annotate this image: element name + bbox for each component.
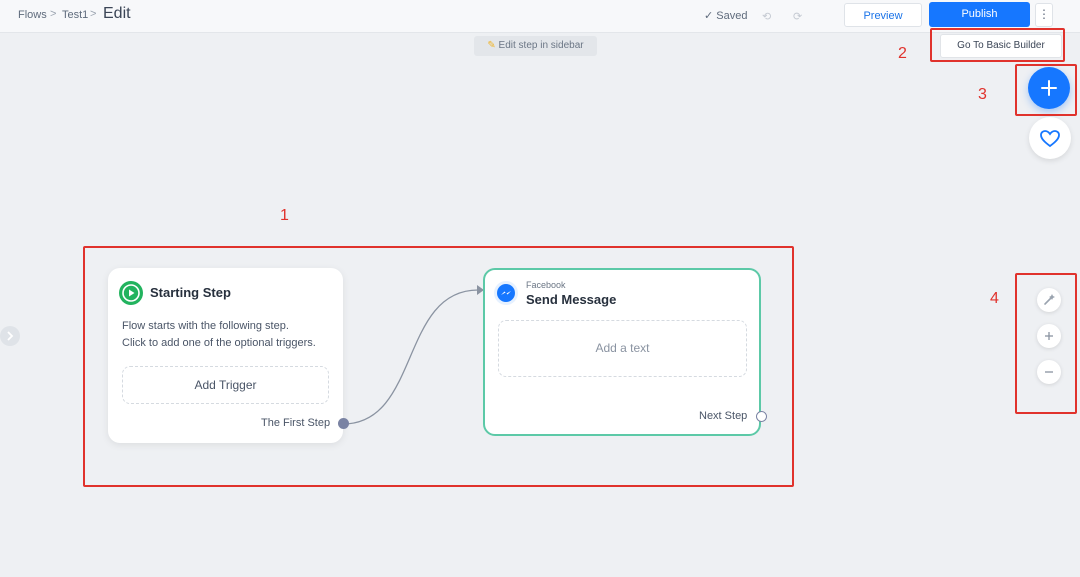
- annotation-box-1: [83, 246, 794, 487]
- annotation-label-4: 4: [990, 290, 999, 307]
- annotation-label-3: 3: [978, 86, 987, 103]
- annotation-box-3: [1015, 64, 1077, 116]
- annotation-label-1: 1: [280, 207, 289, 224]
- annotation-box-4: [1015, 273, 1077, 414]
- annotation-label-2: 2: [898, 45, 907, 62]
- annotation-box-2: [930, 28, 1065, 62]
